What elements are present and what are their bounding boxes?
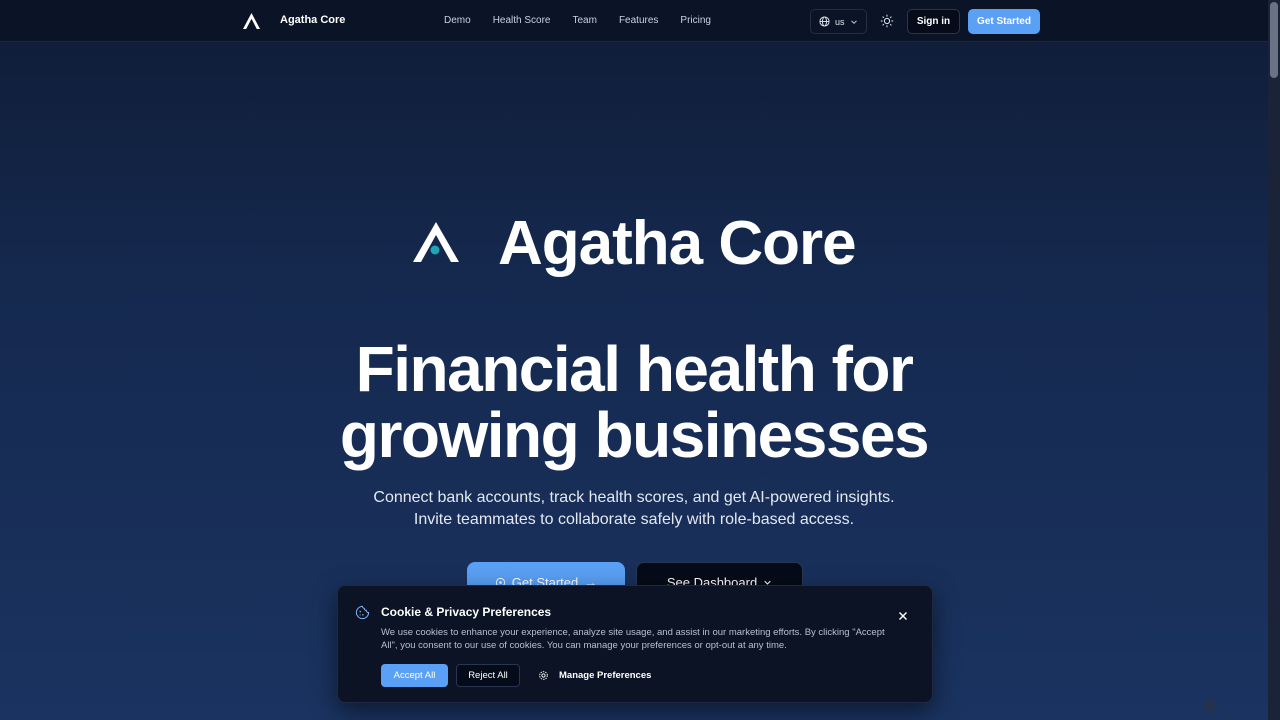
cookie-title: Cookie & Privacy Preferences (381, 605, 552, 619)
nav-link-features[interactable]: Features (619, 15, 658, 26)
hero-brand: Agatha Core (498, 209, 857, 278)
agatha-logo-icon[interactable] (242, 12, 261, 30)
watermark (1203, 699, 1217, 713)
cookie-banner: Cookie & Privacy Preferences We use cook… (337, 585, 933, 703)
hero-subtext: Connect bank accounts, track health scor… (0, 487, 1268, 531)
agatha-logo-icon (413, 222, 459, 262)
close-icon[interactable] (898, 611, 908, 621)
globe-icon (819, 16, 830, 27)
language-selector[interactable]: us (810, 9, 867, 34)
cookie-icon (355, 605, 370, 620)
scrollbar-thumb[interactable] (1270, 2, 1278, 78)
nav-brand[interactable]: Agatha Core (280, 14, 345, 26)
sun-icon[interactable] (880, 14, 894, 28)
cookie-description: We use cookies to enhance your experienc… (381, 627, 885, 651)
hero-headline-line-2: growing businesses (339, 399, 930, 471)
chevron-down-icon (850, 19, 857, 24)
accept-all-button[interactable]: Accept All (381, 664, 448, 687)
watermark-logo-icon (1203, 699, 1217, 713)
nav-get-started-button[interactable]: Get Started (968, 9, 1040, 34)
language-value: us (835, 16, 845, 27)
scrollbar[interactable] (1268, 0, 1280, 720)
nav-link-health-score[interactable]: Health Score (493, 15, 551, 26)
sign-in-button[interactable]: Sign in (907, 9, 960, 34)
manage-preferences-label: Manage Preferences (559, 670, 652, 681)
nav-links: Demo Health Score Team Features Pricing (444, 15, 733, 26)
nav-link-pricing[interactable]: Pricing (680, 15, 711, 26)
nav-link-demo[interactable]: Demo (444, 15, 471, 26)
nav-link-team[interactable]: Team (573, 15, 597, 26)
gear-icon (539, 671, 548, 680)
hero-headline: Financial health for growing businesses (0, 336, 1268, 468)
top-nav: Agatha Core Demo Health Score Team Featu… (0, 0, 1268, 42)
manage-preferences-button[interactable]: Manage Preferences (538, 664, 651, 687)
reject-all-button[interactable]: Reject All (456, 664, 520, 687)
hero-headline-line-1: Financial health for (355, 333, 914, 405)
hero-subtext-line-2: Invite teammates to collaborate safely w… (413, 511, 855, 528)
hero-subtext-line-1: Connect bank accounts, track health scor… (373, 489, 895, 506)
